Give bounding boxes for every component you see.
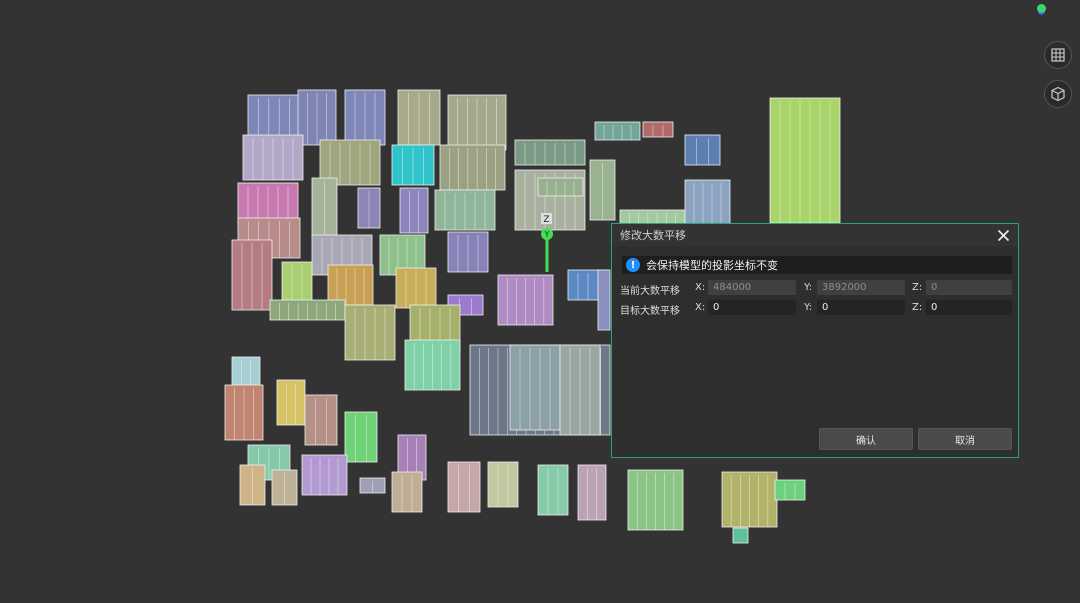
- axis-z-label: Z:: [912, 282, 923, 293]
- confirm-button[interactable]: 确认: [819, 428, 913, 450]
- current-x-field[interactable]: 484000: [708, 280, 796, 295]
- close-button[interactable]: [994, 226, 1012, 244]
- building-block: [399, 187, 429, 234]
- axis-x-label: X:: [695, 282, 706, 293]
- building-block: [642, 121, 674, 138]
- info-icon: !: [626, 258, 640, 272]
- dialog-header: 修改大数平移: [612, 224, 1018, 246]
- building-block: [509, 344, 561, 431]
- building-block: [304, 394, 338, 446]
- target-offset-row: 目标大数平移 X: 0 Y: 0 Z: 0: [620, 300, 1014, 317]
- building-block: [391, 471, 423, 513]
- building-block: [344, 411, 378, 463]
- gizmo-y-label: Y: [544, 230, 550, 239]
- building-block: [597, 269, 611, 331]
- building-block: [537, 464, 569, 516]
- dialog-title: 修改大数平移: [620, 229, 686, 242]
- building-block: [684, 134, 721, 166]
- grid-view-icon: [1051, 48, 1065, 62]
- current-offset-row: 当前大数平移 X: 484000 Y: 3892000 Z: 0: [620, 280, 1014, 297]
- status-indicator: [1037, 4, 1046, 13]
- building-block: [327, 264, 374, 306]
- building-block: [732, 527, 749, 544]
- cube-view-button[interactable]: [1044, 80, 1072, 108]
- target-x-input[interactable]: 0: [708, 300, 796, 315]
- axis-gizmo[interactable]: Z Y: [541, 213, 553, 272]
- info-text: 会保持模型的投影坐标不变: [646, 259, 778, 272]
- offset-dialog: 修改大数平移 ! 会保持模型的投影坐标不变 当前大数平移 X: 484000 Y…: [611, 223, 1019, 458]
- target-y-input[interactable]: 0: [817, 300, 905, 315]
- axis-y-label: Y:: [804, 282, 813, 293]
- building-block: [537, 177, 584, 197]
- grid-view-button[interactable]: [1044, 41, 1072, 69]
- info-banner: ! 会保持模型的投影坐标不变: [622, 256, 1012, 274]
- building-block: [684, 179, 731, 226]
- building-block: [577, 464, 607, 521]
- gizmo-z-label: Z: [543, 215, 549, 225]
- building-block: [439, 144, 506, 191]
- building-block: [344, 304, 396, 361]
- current-offset-label: 当前大数平移: [620, 286, 680, 297]
- building-block: [487, 461, 519, 508]
- current-y-field[interactable]: 3892000: [817, 280, 905, 295]
- current-z-field[interactable]: 0: [926, 280, 1012, 295]
- target-z-input[interactable]: 0: [926, 300, 1012, 315]
- building-block: [774, 479, 806, 501]
- building-block: [247, 94, 301, 141]
- axis-z-label: Z:: [912, 302, 923, 313]
- cancel-button[interactable]: 取消: [918, 428, 1012, 450]
- close-icon: [997, 229, 1009, 241]
- cube-view-icon: [1051, 86, 1065, 102]
- building-block: [301, 454, 348, 496]
- building-block: [594, 121, 641, 141]
- target-offset-label: 目标大数平移: [620, 306, 680, 317]
- axis-x-label: X:: [695, 302, 706, 313]
- building-block: [447, 461, 481, 513]
- building-block: [276, 379, 306, 426]
- building-block: [514, 139, 586, 166]
- building-block: [281, 261, 313, 303]
- building-block: [769, 97, 841, 224]
- axis-y-label: Y:: [804, 302, 813, 313]
